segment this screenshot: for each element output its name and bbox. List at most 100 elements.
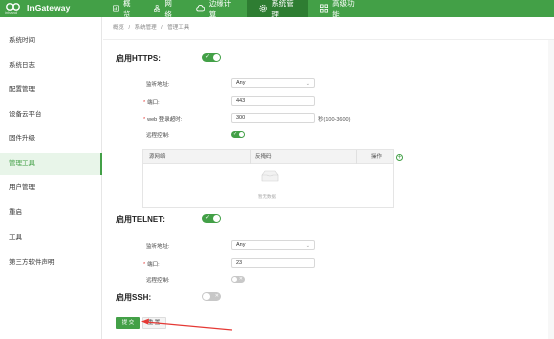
table-header: 源网络 反掩码 操作: [143, 150, 393, 164]
nav-item-edge-computing[interactable]: 边缘计算: [184, 0, 247, 19]
brand-subtitle: inhand: [5, 10, 18, 15]
https-port-input[interactable]: 443: [231, 96, 315, 106]
required-mark: *: [143, 262, 146, 268]
column-divider: [250, 150, 251, 164]
sidebar-item-label: 系统时间: [9, 37, 35, 44]
column-header-wildcard-mask: 反掩码: [255, 154, 272, 160]
https-port-label: * 端口:: [143, 98, 160, 106]
toggle-knob: [232, 277, 237, 282]
brand-logo[interactable]: inhand InGateway: [5, 2, 100, 15]
telnet-section-title: 启用TELNET:: [116, 215, 165, 224]
https-remote-label: 远程控制:: [146, 133, 170, 139]
network-icon: [154, 5, 161, 12]
https-port-label-text: 端口:: [147, 100, 160, 106]
table-empty-text: 暂无数据: [258, 194, 276, 199]
sidebar-item-label: 固件升级: [9, 135, 35, 142]
sidebar-item-tools[interactable]: 工具: [0, 227, 102, 249]
sidebar-item-label: 管理工具: [9, 160, 35, 167]
breadcrumb: 概览 / 系统管理 / 管理工具: [103, 17, 554, 40]
sidebar-item-label: 重启: [9, 209, 22, 216]
annotation-arrow-icon: [141, 318, 233, 331]
telnet-remote-toggle[interactable]: ✕: [231, 276, 245, 283]
breadcrumb-current: 管理工具: [167, 25, 190, 31]
breadcrumb-separator: /: [128, 25, 131, 31]
check-icon: ✓: [205, 54, 211, 60]
toggle-knob: [203, 293, 210, 300]
https-listen-select[interactable]: Any ⌄: [231, 78, 315, 88]
scrollbar[interactable]: [548, 40, 554, 339]
column-divider: [356, 150, 357, 164]
check-icon: ✓: [205, 215, 211, 221]
check-icon: ✓: [233, 131, 238, 137]
sidebar-item-device-cloud[interactable]: 设备云平台: [0, 104, 102, 126]
telnet-port-input[interactable]: 23: [231, 258, 315, 268]
https-timeout-label-text: web 登录超时:: [147, 117, 183, 123]
ssh-enable-toggle[interactable]: ✕: [202, 292, 221, 301]
https-section-title: 启用HTTPS:: [116, 54, 161, 63]
sidebar-item-system-log[interactable]: 系统日志: [0, 55, 102, 77]
top-navigation-bar: inhand InGateway 概览 网络 边缘计算 系统管理 高级功能: [0, 0, 554, 19]
telnet-port-label: * 端口:: [143, 260, 160, 268]
toggle-knob: [213, 215, 220, 222]
https-timeout-suffix: 秒(100-3600): [318, 117, 351, 123]
close-icon: ✕: [214, 293, 219, 299]
plus-icon: +: [397, 154, 402, 161]
sidebar-item-reboot[interactable]: 重启: [0, 202, 102, 224]
sidebar-item-label: 用户管理: [9, 184, 35, 191]
telnet-port-value: 23: [236, 260, 243, 266]
sidebar-item-label: 第三方软件声明: [9, 259, 55, 266]
telnet-listen-label: 监听地址:: [146, 244, 170, 250]
breadcrumb-system-management[interactable]: 系统管理: [135, 25, 157, 31]
https-port-value: 443: [236, 98, 246, 104]
column-header-actions: 操作: [371, 154, 383, 160]
https-timeout-label: * web 登录超时:: [143, 115, 182, 123]
sidebar-item-third-party-notice[interactable]: 第三方软件声明: [0, 252, 102, 274]
gear-icon: [259, 4, 267, 13]
breadcrumb-overview[interactable]: 概览: [113, 25, 124, 31]
add-row-button[interactable]: +: [396, 154, 403, 161]
https-enable-toggle[interactable]: ✓: [202, 53, 221, 62]
nav-item-system-management[interactable]: 系统管理: [247, 0, 308, 19]
sidebar-item-user-management[interactable]: 用户管理: [0, 177, 102, 199]
grid-icon: [320, 4, 329, 13]
main-nav: 概览 网络 边缘计算 系统管理 高级功能: [101, 0, 368, 19]
sidebar-item-system-time[interactable]: 系统时间: [0, 30, 102, 52]
required-mark: *: [143, 117, 146, 123]
dashboard-icon: [113, 5, 119, 12]
telnet-port-label-text: 端口:: [147, 262, 160, 268]
chevron-down-icon: ⌄: [305, 81, 310, 87]
required-mark: *: [143, 100, 146, 106]
sidebar-item-management-tools[interactable]: 管理工具: [0, 153, 102, 175]
cloud-icon: [196, 5, 205, 12]
sidebar-item-firmware-upgrade[interactable]: 固件升级: [0, 128, 102, 150]
nav-item-advanced[interactable]: 高级功能: [308, 0, 368, 19]
empty-box-icon: [261, 170, 279, 182]
sidebar: 系统时间 系统日志 配置管理 设备云平台 固件升级 管理工具 用户管理 重启 工…: [0, 17, 102, 339]
ssh-section-title: 启用SSH:: [116, 293, 152, 302]
telnet-enable-toggle[interactable]: ✓: [202, 214, 221, 223]
submit-button[interactable]: 提 交: [116, 317, 140, 329]
https-timeout-value: 300: [236, 115, 246, 121]
breadcrumb-separator: /: [161, 25, 163, 31]
sidebar-item-label: 设备云平台: [9, 111, 42, 118]
chevron-down-icon: ⌄: [305, 243, 310, 249]
nav-item-network[interactable]: 网络: [142, 0, 184, 19]
close-icon: ✕: [238, 276, 243, 282]
column-header-source-network: 源网络: [149, 154, 166, 160]
nav-item-overview[interactable]: 概览: [101, 0, 142, 19]
toggle-knob: [213, 54, 220, 61]
sidebar-item-config-management[interactable]: 配置管理: [0, 79, 102, 101]
sidebar-item-label: 配置管理: [9, 86, 35, 93]
telnet-listen-select[interactable]: Any ⌄: [231, 240, 315, 250]
https-listen-label: 监听地址:: [146, 82, 170, 88]
sidebar-item-label: 工具: [9, 234, 22, 241]
sidebar-item-label: 系统日志: [9, 62, 35, 69]
https-listen-value: Any: [236, 80, 246, 86]
https-remote-toggle[interactable]: ✓: [231, 131, 245, 138]
telnet-remote-label: 远程控制:: [146, 278, 170, 284]
access-control-table: 源网络 反掩码 操作 暂无数据: [142, 149, 394, 208]
telnet-listen-value: Any: [236, 242, 246, 248]
https-timeout-input[interactable]: 300: [231, 113, 315, 123]
brand-name: InGateway: [27, 3, 71, 13]
toggle-knob: [239, 132, 244, 137]
